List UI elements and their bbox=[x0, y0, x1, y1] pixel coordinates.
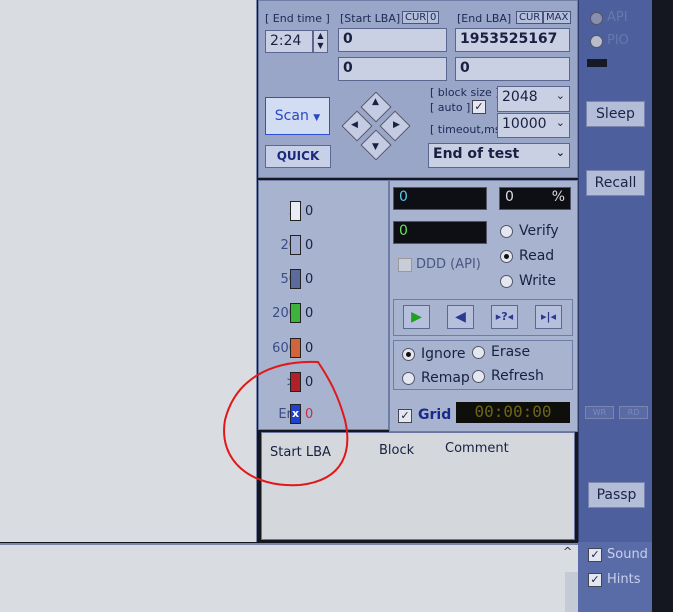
red-annotation-circle bbox=[223, 360, 349, 487]
